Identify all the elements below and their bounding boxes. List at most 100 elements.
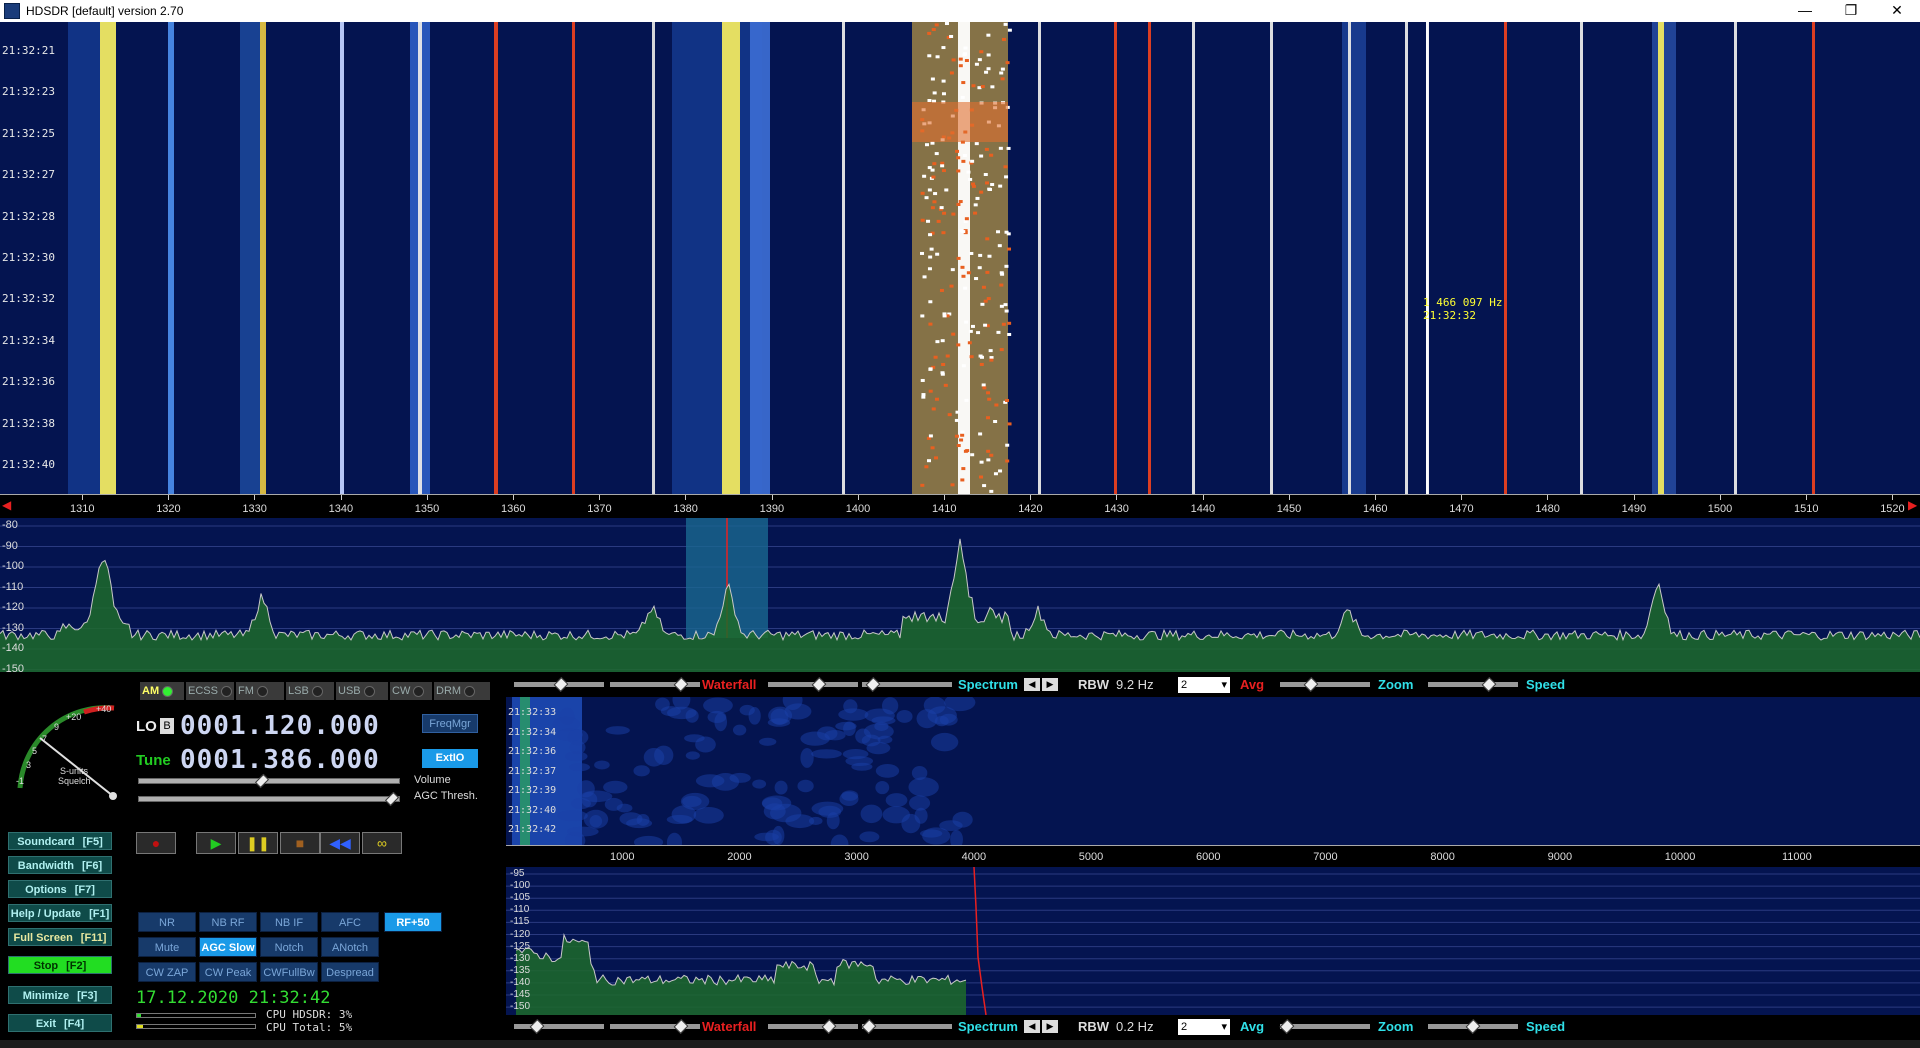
stop-button[interactable]: Stop [F2] — [8, 956, 112, 974]
stop-transport-button[interactable]: ■ — [280, 832, 320, 854]
mute-button[interactable]: Mute — [138, 937, 196, 957]
options-button[interactable]: Options [F7] — [8, 880, 112, 898]
help-update-button[interactable]: Help / Update [F1] — [8, 904, 112, 922]
minimize-button[interactable]: Minimize [F3] — [8, 986, 112, 1004]
rewind-button[interactable]: ◀◀ — [320, 832, 360, 854]
waterfall-speckle — [979, 460, 984, 464]
wf-contrast-knob[interactable] — [673, 677, 689, 692]
mode-fm-button[interactable]: FM — [236, 682, 284, 700]
freq-tick-label: 1360 — [501, 503, 526, 515]
rbw-right-arrow-icon[interactable]: ▶ — [1042, 678, 1058, 691]
wf2-contrast-knob[interactable] — [673, 1019, 689, 1034]
audio-waterfall-time-label: 21:32:37 — [508, 765, 557, 777]
rbw-left-arrow-icon[interactable]: ◀ — [1024, 678, 1040, 691]
restore-button[interactable]: ❐ — [1828, 0, 1874, 22]
agc-threshold-slider[interactable] — [138, 791, 400, 807]
mode-label: ECSS — [188, 685, 218, 697]
rf-spectrum[interactable]: -80 -90 -100 -110 -120 -130 -140 -150 — [0, 518, 1920, 675]
audio-waterfall-blob — [800, 731, 830, 746]
cw-zap-button[interactable]: CW ZAP — [138, 962, 196, 982]
speed2-knob[interactable] — [1465, 1019, 1481, 1034]
tune-frequency[interactable]: 0001.386.000 — [180, 745, 380, 775]
wf2-brightness-slider[interactable] — [514, 1019, 604, 1034]
audio-frequency-axis[interactable]: 1000 2000 3000 4000 5000 6000 7000 8000 9000 1000… — [506, 845, 1920, 868]
pause-button[interactable]: ❚❚ — [238, 832, 278, 854]
mode-cw-button[interactable]: CW — [390, 682, 432, 700]
nb-if-button[interactable]: NB IF — [260, 912, 318, 932]
freqmgr-button[interactable]: FreqMgr — [422, 714, 478, 733]
fkey-shortcut: [F3] — [77, 990, 98, 1002]
record-button[interactable]: ● — [136, 832, 176, 854]
zoom2-slider[interactable] — [1279, 1019, 1370, 1034]
mode-lsb-button[interactable]: LSB — [286, 682, 334, 700]
afc-button[interactable]: AFC — [321, 912, 379, 932]
nr-button[interactable]: NR — [138, 912, 196, 932]
spec2-range-slider[interactable] — [861, 1019, 952, 1034]
wf-brightness-slider[interactable] — [514, 677, 604, 692]
scroll-right-icon[interactable]: ▶ — [1908, 498, 1917, 512]
waterfall-speckle — [1007, 332, 1012, 336]
waterfall-time-label: 21:32:36 — [2, 375, 55, 389]
cw-peak-button[interactable]: CW Peak — [199, 962, 257, 982]
waterfall-speckle — [932, 162, 937, 166]
audio-waterfall-blob — [860, 804, 883, 824]
wf2-contrast-slider[interactable] — [610, 1019, 700, 1034]
notch-button[interactable]: Notch — [260, 937, 318, 957]
cursor-frequency: 1 466 097 Hz — [1423, 296, 1503, 309]
mode-usb-button[interactable]: USB — [336, 682, 388, 700]
extio-button[interactable]: ExtIO — [422, 749, 478, 768]
avg-select[interactable]: 2 ▾ — [1178, 677, 1230, 693]
rbw2-right-arrow-icon[interactable]: ▶ — [1042, 1020, 1058, 1033]
waterfall-speckle — [928, 233, 933, 237]
avg-select-bottom[interactable]: 2 ▾ — [1178, 1019, 1230, 1035]
full-screen-button[interactable]: Full Screen [F11] — [8, 928, 112, 946]
anotch-button[interactable]: ANotch — [321, 937, 379, 957]
scroll-left-icon[interactable]: ◀ — [2, 498, 11, 512]
play-button[interactable]: ▶ — [196, 832, 236, 854]
audio-waterfall[interactable]: 21:32:33 21:32:34 21:32:36 21:32:37 21:32:39… — [506, 697, 1920, 845]
rf-50-button[interactable]: RF+50 — [384, 912, 442, 932]
despread-button[interactable]: Despread — [321, 962, 379, 982]
waterfall-speckle — [954, 418, 959, 422]
spec-range-slider[interactable] — [862, 677, 952, 692]
audio-spectrum[interactable]: -95 -100 -105 -110 -115 -120 -125 -130 -135 -140-… — [506, 867, 1920, 1015]
rf-waterfall[interactable]: 21:32:21 21:32:23 21:32:25 21:32:27 21:32:28… — [0, 22, 1920, 494]
waterfall-speckle — [983, 173, 988, 177]
close-button[interactable]: ✕ — [1874, 0, 1920, 22]
speed2-slider[interactable] — [1428, 1019, 1518, 1034]
zoom-slider[interactable] — [1280, 677, 1370, 692]
speed-slider[interactable] — [1428, 677, 1518, 692]
mode-drm-button[interactable]: DRM — [434, 682, 490, 700]
wf-contrast-slider[interactable] — [610, 677, 700, 692]
exit-button[interactable]: Exit [F4] — [8, 1014, 112, 1032]
bandwidth-button[interactable]: Bandwidth [F6] — [8, 856, 112, 874]
nb-rf-button[interactable]: NB RF — [199, 912, 257, 932]
rbw2-left-arrow-icon[interactable]: ◀ — [1024, 1020, 1040, 1033]
rf-frequency-axis[interactable]: ◀ ▶ 1310 1320 1330 1340 1350 1360 1370 1380 1390… — [0, 494, 1920, 519]
agc-slow-button[interactable]: AGC Slow — [199, 937, 257, 957]
zoom2-knob[interactable] — [1279, 1019, 1295, 1034]
waterfall-carrier — [1734, 22, 1737, 494]
spec2-range-knob[interactable] — [861, 1019, 877, 1034]
waterfall-speckle — [969, 251, 974, 255]
lo-b-badge[interactable]: B — [160, 718, 174, 734]
wf-brightness-knob[interactable] — [553, 677, 569, 692]
speed-knob[interactable] — [1481, 677, 1497, 692]
minimize-button[interactable]: — — [1782, 0, 1828, 22]
mode-ecss-button[interactable]: ECSS — [186, 682, 234, 700]
mode-am-button[interactable]: AM — [140, 682, 184, 700]
spec-range-knob[interactable] — [865, 677, 881, 692]
loop-button[interactable]: ∞ — [362, 832, 402, 854]
spec-level-knob[interactable] — [811, 677, 827, 692]
wf2-brightness-knob[interactable] — [529, 1019, 545, 1034]
waterfall-speckle — [979, 475, 984, 479]
cwfullbw-button[interactable]: CWFullBw — [260, 962, 318, 982]
soundcard-button[interactable]: Soundcard [F5] — [8, 832, 112, 850]
date-time: 17.12.2020 21:32:42 — [136, 988, 331, 1008]
spec2-level-knob[interactable] — [821, 1019, 837, 1034]
lo-frequency[interactable]: 0001.120.000 — [180, 711, 380, 741]
volume-slider[interactable] — [138, 773, 400, 789]
zoom-knob[interactable] — [1303, 677, 1319, 692]
spec-level-slider[interactable] — [768, 677, 858, 692]
spec2-level-slider[interactable] — [768, 1019, 858, 1034]
